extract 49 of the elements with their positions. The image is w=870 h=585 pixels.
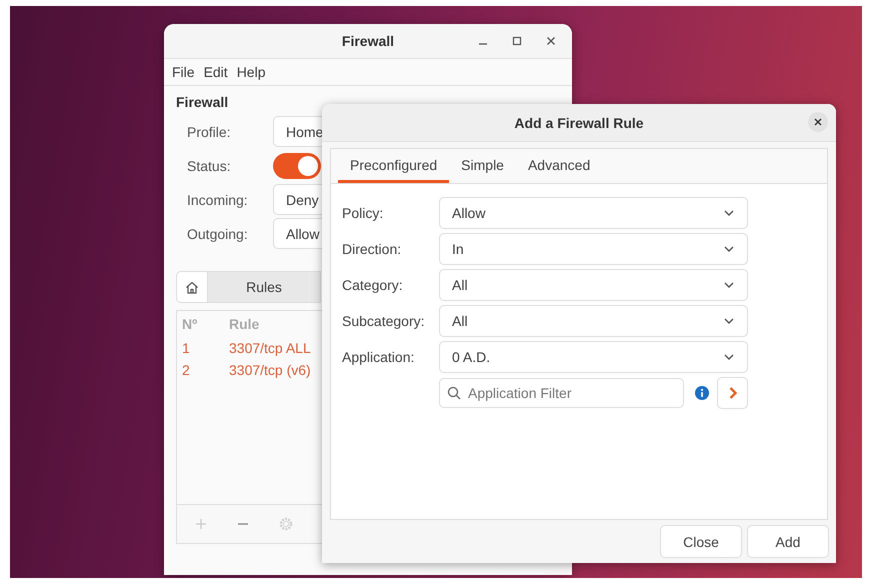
close-icon (813, 117, 823, 127)
chevron-down-icon (723, 316, 735, 326)
chevron-down-icon (723, 244, 735, 254)
field-label: Incoming: (187, 192, 249, 208)
close-icon[interactable] (546, 36, 556, 46)
dropdown[interactable]: 0 A.D. (439, 341, 748, 373)
field-label: Application: (342, 349, 416, 365)
column-header: Nº (182, 316, 198, 332)
field-label: Status: (187, 158, 232, 174)
section-heading: Firewall (176, 94, 230, 110)
search-icon (447, 386, 461, 400)
info-icon[interactable] (695, 385, 710, 401)
dropdown[interactable]: In (439, 233, 748, 265)
chevron-down-icon (723, 352, 735, 362)
field-label: Category: (342, 277, 404, 293)
dropdown[interactable]: All (439, 305, 748, 337)
toggle-switch[interactable] (273, 152, 321, 178)
dropdown[interactable]: All (439, 269, 748, 301)
chevron-down-icon (723, 208, 735, 218)
dialog-button[interactable]: Close (660, 525, 742, 558)
tab[interactable]: Rules (208, 271, 321, 303)
dialog-title: Add a Firewall Rule (514, 114, 644, 130)
menu-item[interactable]: Edit (204, 64, 228, 80)
chevron-down-icon (723, 280, 735, 290)
field-label: Policy: (342, 205, 384, 221)
field-label: Direction: (342, 241, 402, 257)
window-title: Firewall (342, 33, 394, 49)
maximize-icon[interactable] (512, 36, 522, 46)
tab[interactable]: Advanced (516, 149, 602, 183)
dropdown[interactable]: Allow (439, 197, 748, 229)
table-cell: 3307/tcp ALL (229, 340, 311, 356)
table-cell: 3307/tcp (v6) (229, 362, 311, 378)
menu-item[interactable]: Help (236, 64, 266, 80)
search-field[interactable]: Application Filter (439, 378, 684, 408)
next-button[interactable] (717, 377, 748, 409)
chevron-right-icon (728, 386, 738, 400)
menu-item[interactable]: File (172, 64, 195, 80)
table-cell-text: 2 (182, 362, 191, 378)
dialog-button[interactable]: Add (747, 525, 829, 558)
field-label: Profile: (187, 124, 232, 140)
home-icon (185, 280, 199, 294)
column-header: Rule (229, 316, 260, 332)
close-button[interactable] (808, 112, 828, 132)
tab[interactable]: Preconfigured (338, 149, 450, 183)
tab[interactable]: Simple (449, 149, 516, 183)
field-label: Outgoing: (187, 226, 249, 242)
home-tab[interactable] (176, 271, 208, 303)
field-label: Subcategory: (342, 313, 426, 329)
table-cell-text: 1 (182, 340, 191, 356)
